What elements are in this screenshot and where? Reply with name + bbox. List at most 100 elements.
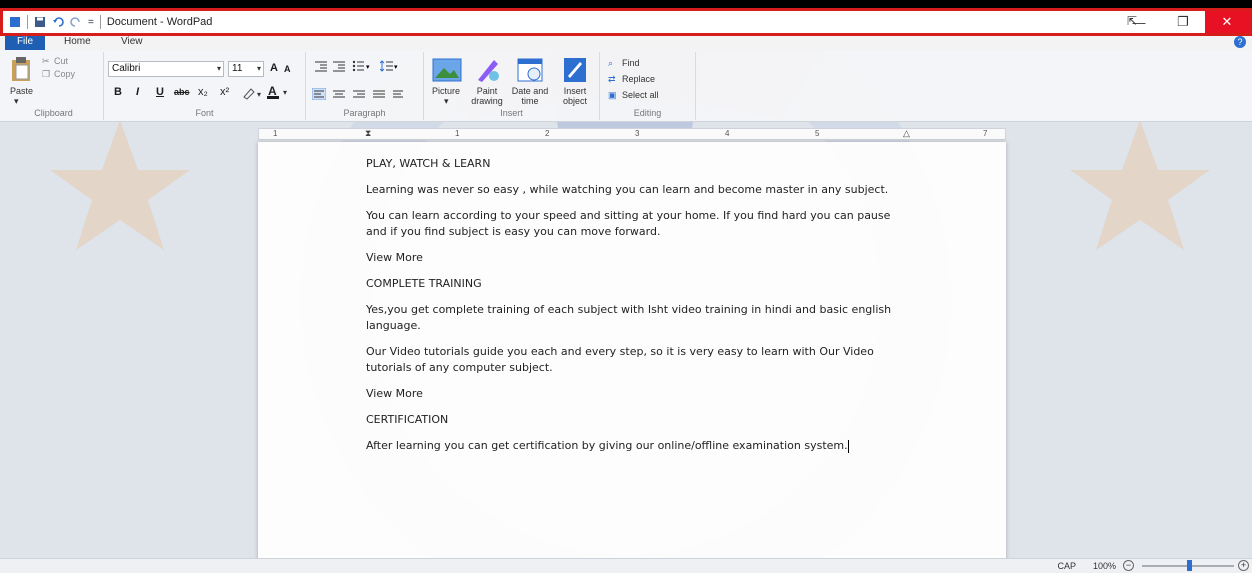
doc-paragraph[interactable]: PLAY, WATCH & LEARN <box>366 156 906 172</box>
tab-home[interactable]: Home <box>64 36 91 50</box>
clipboard-group: Paste ▾ ✂ Cut ❐ Copy Clipboard <box>4 52 104 120</box>
superscript-button[interactable]: x² <box>220 86 229 98</box>
cut-glyph-icon: ✂ <box>42 56 50 66</box>
doc-paragraph[interactable]: Yes,you get complete training of each su… <box>366 302 906 334</box>
svg-text:▾: ▾ <box>366 64 370 71</box>
align-left-icon[interactable] <box>312 88 326 100</box>
wordpad-window: = Document - WordPad ⇱ — ❐ ✕ File Home V… <box>0 0 1252 573</box>
qat-customize[interactable]: = <box>88 17 94 28</box>
font-size-select[interactable]: 11 ▾ <box>228 61 264 77</box>
picture-icon[interactable] <box>432 58 462 82</box>
zoom-out-icon[interactable]: − <box>1123 560 1134 571</box>
copy-glyph-icon: ❐ <box>42 69 51 79</box>
font-name-select[interactable]: Calibri ▾ <box>108 61 224 77</box>
underline-button[interactable]: U <box>156 86 164 98</box>
highlight-icon[interactable]: ▾ <box>242 86 264 100</box>
chevron-down-icon: ▾ <box>216 64 221 73</box>
document-text[interactable]: PLAY, WATCH & LEARN Learning was never s… <box>366 156 906 464</box>
caps-lock-indicator: CAP <box>1057 561 1076 571</box>
save-icon[interactable] <box>34 16 46 28</box>
help-icon[interactable]: ? <box>1234 36 1246 48</box>
doc-paragraph[interactable]: Our Video tutorials guide you each and e… <box>366 344 906 376</box>
ruler-number: 1 <box>455 129 460 138</box>
grow-font-button[interactable]: A <box>270 62 278 74</box>
title-bar: = Document - WordPad ⇱ — ❐ ✕ <box>0 8 1252 36</box>
copy-button[interactable]: Copy <box>54 69 75 79</box>
font-color-icon[interactable]: A ▾ <box>266 84 296 100</box>
left-indent-marker-icon[interactable]: ⧗ <box>365 128 371 139</box>
zoom-slider-thumb[interactable] <box>1187 560 1192 571</box>
font-group: Calibri ▾ 11 ▾ A A B I U abc x₂ x² ▾ A ▾ … <box>104 52 306 120</box>
paint-drawing-button[interactable]: Paint drawing <box>468 86 506 106</box>
app-icon <box>10 17 20 27</box>
horizontal-ruler[interactable]: 1 ⧗ 1 2 3 4 5 △ 7 <box>258 128 1006 140</box>
svg-text:▾: ▾ <box>257 90 261 99</box>
replace-icon: ⇄ <box>608 74 616 84</box>
align-right-icon[interactable] <box>352 88 366 100</box>
subscript-button[interactable]: x₂ <box>198 86 208 98</box>
ruler-number: 3 <box>635 129 640 138</box>
top-strip <box>0 0 1252 8</box>
shrink-font-button[interactable]: A <box>284 64 291 74</box>
paragraph-group: ▾ ▾ Paragraph <box>306 52 424 120</box>
restore-button[interactable]: ❐ <box>1161 11 1205 33</box>
editing-group: ⌕ Find ⇄ Replace ▣ Select all Editing <box>600 52 696 120</box>
minimize-button[interactable]: — <box>1117 11 1161 33</box>
paragraph-settings-icon[interactable] <box>392 88 406 100</box>
bullets-icon[interactable]: ▾ <box>352 60 372 72</box>
tab-view[interactable]: View <box>121 36 143 50</box>
doc-paragraph[interactable]: Learning was never so easy , while watch… <box>366 182 906 198</box>
picture-button[interactable]: Picture <box>432 86 460 96</box>
doc-paragraph[interactable]: View More <box>366 386 906 402</box>
select-all-button[interactable]: Select all <box>622 90 659 100</box>
cut-button[interactable]: Cut <box>54 56 68 66</box>
ruler-number: 7 <box>983 129 988 138</box>
date-time-button[interactable]: Date and time <box>510 86 550 106</box>
doc-paragraph[interactable]: COMPLETE TRAINING <box>366 276 906 292</box>
paste-icon[interactable] <box>10 56 32 82</box>
close-button[interactable]: ✕ <box>1205 11 1249 33</box>
window-controls: — ❐ ✕ <box>1117 11 1249 33</box>
insert-group-label: Insert <box>500 108 523 118</box>
zoom-in-icon[interactable]: + <box>1238 560 1249 571</box>
paste-button[interactable]: Paste <box>10 86 33 96</box>
right-indent-marker-icon[interactable]: △ <box>903 128 910 139</box>
strikethrough-button[interactable]: abc <box>174 87 190 97</box>
text-caret <box>847 439 849 453</box>
doc-paragraph-last[interactable]: After learning you can get certification… <box>366 438 906 454</box>
replace-button[interactable]: Replace <box>622 74 655 84</box>
find-icon: ⌕ <box>608 58 614 68</box>
align-center-icon[interactable] <box>332 88 346 100</box>
picture-dropdown-icon[interactable]: ▾ <box>444 96 449 107</box>
paint-icon[interactable] <box>474 56 502 84</box>
increase-indent-icon[interactable] <box>332 60 346 72</box>
svg-text:A: A <box>268 84 277 98</box>
find-button[interactable]: Find <box>622 58 640 68</box>
justify-icon[interactable] <box>372 88 386 100</box>
title-separator <box>99 15 101 29</box>
doc-paragraph[interactable]: You can learn according to your speed an… <box>366 208 906 240</box>
ribbon-tabs: File Home View <box>0 36 1252 50</box>
insert-object-button[interactable]: Insert object <box>556 86 594 106</box>
undo-icon[interactable] <box>52 16 64 28</box>
doc-paragraph-text: After learning you can get certification… <box>366 439 848 452</box>
font-name-value: Calibri <box>112 63 141 74</box>
selectall-icon: ▣ <box>608 90 617 100</box>
insert-group: Picture ▾ Paint drawing Date and time In… <box>424 52 600 120</box>
font-group-label: Font <box>195 108 214 118</box>
line-spacing-icon[interactable]: ▾ <box>380 60 400 72</box>
document-page[interactable]: PLAY, WATCH & LEARN Learning was never s… <box>258 142 1006 562</box>
paragraph-group-label: Paragraph <box>343 108 386 118</box>
bold-button[interactable]: B <box>114 86 122 98</box>
ruler-number: 4 <box>725 129 730 138</box>
tab-file[interactable]: File <box>5 36 45 50</box>
object-icon[interactable] <box>562 56 588 84</box>
italic-button[interactable]: I <box>136 86 139 98</box>
ruler-number: 5 <box>815 129 820 138</box>
decrease-indent-icon[interactable] <box>314 60 328 72</box>
paste-dropdown-icon[interactable]: ▾ <box>14 96 19 107</box>
redo-icon[interactable] <box>70 16 82 28</box>
doc-paragraph[interactable]: View More <box>366 250 906 266</box>
datetime-icon[interactable] <box>516 56 544 84</box>
doc-paragraph[interactable]: CERTIFICATION <box>366 412 906 428</box>
